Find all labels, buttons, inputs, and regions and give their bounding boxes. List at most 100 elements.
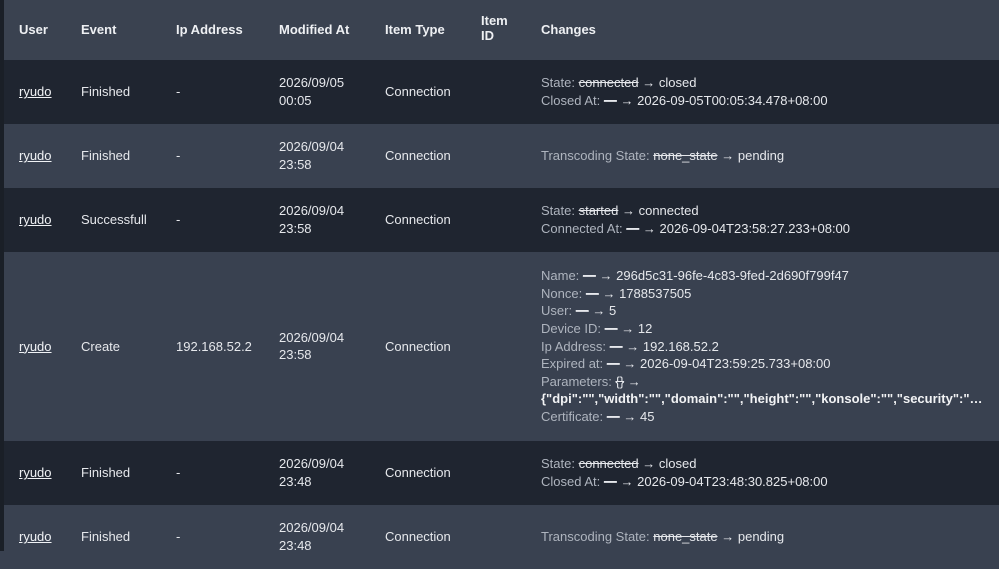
change-line: Transcoding State: none_state → pending	[541, 528, 784, 546]
change-old-value: none_state	[653, 529, 718, 545]
user-link[interactable]: ryudo	[19, 528, 52, 546]
change-line: Closed At: — → 2026-09-05T00:05:34.478+0…	[541, 92, 828, 110]
user-link[interactable]: ryudo	[19, 464, 52, 482]
change-old-value: —	[603, 92, 617, 108]
change-old-value: started	[578, 203, 619, 219]
arrow-icon: →	[621, 321, 635, 337]
audit-log-table: User Event Ip Address Modified At Item T…	[0, 0, 999, 569]
item-type-cell: Connection	[385, 84, 451, 100]
arrow-icon: →	[602, 285, 616, 301]
modified-at-cell: 2026/09/04 23:48	[279, 455, 344, 490]
change-new-value: 45	[640, 409, 655, 425]
header-item-id[interactable]: Item ID	[481, 13, 508, 43]
modified-date: 2026/09/05	[279, 75, 345, 91]
user-link[interactable]: ryudo	[19, 338, 52, 356]
change-line: Nonce: — → 1788537505	[541, 285, 985, 303]
modified-time: 00:05	[279, 92, 312, 108]
change-label: State:	[541, 203, 575, 219]
changes-cell: Transcoding State: none_state → pending	[541, 147, 784, 165]
modified-date: 2026/09/04	[279, 329, 345, 345]
change-old-value: —	[604, 321, 618, 337]
change-old-value: connected	[578, 456, 639, 472]
item-type-cell: Connection	[385, 465, 451, 481]
arrow-icon: →	[642, 220, 656, 236]
header-event[interactable]: Event	[81, 22, 116, 37]
table-header: User Event Ip Address Modified At Item T…	[0, 0, 999, 60]
change-old-value: —	[609, 338, 623, 354]
arrow-icon: →	[599, 268, 613, 284]
arrow-icon: →	[721, 148, 735, 164]
change-new-value: closed	[658, 456, 697, 472]
change-old-value: —	[575, 303, 589, 319]
modified-at-cell: 2026/09/04 23:48	[279, 519, 344, 554]
change-old-value: —	[606, 409, 620, 425]
arrow-icon: →	[620, 92, 634, 108]
change-new-value: 5	[608, 303, 617, 319]
arrow-icon: →	[642, 456, 656, 472]
modified-at-cell: 2026/09/04 23:58	[279, 202, 344, 237]
arrow-icon: →	[642, 75, 656, 91]
table-row: ryudo Create 192.168.52.2 2026/09/04 23:58 Co…	[0, 252, 999, 441]
table-row: ryudo Finished - 2026/09/05 00:05 Connection S…	[0, 60, 999, 124]
ip-address-cell: -	[176, 84, 181, 100]
changes-cell: State: connected → closed Closed At: — → …	[541, 74, 828, 109]
arrow-icon: →	[621, 203, 635, 219]
event-cell: Successfull	[81, 212, 147, 228]
event-cell: Create	[81, 338, 121, 354]
change-label: Transcoding State:	[541, 529, 650, 545]
change-new-value: 2026-09-04T23:58:27.233+08:00	[659, 220, 851, 236]
modified-time: 23:58	[279, 347, 312, 363]
change-new-value: closed	[658, 75, 697, 91]
left-edge-divider	[0, 0, 4, 551]
header-item-id-line2: ID	[481, 28, 494, 43]
header-ip-address[interactable]: Ip Address	[176, 22, 243, 37]
change-line: Ip Address: — → 192.168.52.2	[541, 338, 985, 356]
modified-date: 2026/09/04	[279, 139, 345, 155]
change-new-value: 192.168.52.2	[642, 338, 719, 354]
change-label: Expired at:	[541, 356, 604, 372]
arrow-icon: →	[627, 373, 641, 389]
changes-cell: State: connected → closed Closed At: — → …	[541, 455, 828, 490]
user-link[interactable]: ryudo	[19, 211, 52, 229]
change-label: Ip Address:	[541, 338, 607, 354]
change-old-value: —	[603, 473, 617, 489]
change-label: Name:	[541, 268, 580, 284]
change-line: State: connected → closed	[541, 455, 828, 473]
modified-time: 23:58	[279, 156, 312, 172]
change-line: Expired at: — → 2026-09-04T23:59:25.733+…	[541, 355, 985, 373]
user-link[interactable]: ryudo	[19, 83, 52, 101]
change-line: State: started → connected	[541, 202, 850, 220]
change-new-value: pending	[737, 529, 785, 545]
changes-cell: Name: — → 296d5c31-96fe-4c83-9fed-2d690f…	[541, 267, 985, 425]
event-cell: Finished	[81, 84, 131, 100]
change-new-value: 296d5c31-96fe-4c83-9fed-2d690f799f47	[616, 268, 849, 284]
item-type-cell: Connection	[385, 212, 451, 228]
change-line: Device ID: — → 12	[541, 320, 985, 338]
change-new-value: 1788537505	[619, 285, 692, 301]
change-label: State:	[541, 456, 575, 472]
modified-at-cell: 2026/09/04 23:58	[279, 138, 344, 173]
item-type-cell: Connection	[385, 529, 451, 545]
change-new-value: 2026-09-04T23:48:30.825+08:00	[637, 473, 828, 489]
change-label: User:	[541, 303, 573, 319]
ip-address-cell: 192.168.52.2	[176, 338, 252, 354]
change-new-value: pending	[737, 148, 785, 164]
item-type-cell: Connection	[385, 338, 451, 354]
modified-time: 23:58	[279, 220, 312, 236]
item-type-cell: Connection	[385, 148, 451, 164]
change-label: Device ID:	[541, 321, 601, 337]
change-new-value: 2026-09-05T00:05:34.478+08:00	[637, 92, 828, 108]
change-old-value: —	[582, 268, 596, 284]
change-old-value: —	[585, 285, 599, 301]
change-old-value: connected	[578, 75, 639, 91]
change-line: Certificate: — → 45	[541, 408, 985, 426]
header-modified-at[interactable]: Modified At	[279, 22, 349, 37]
change-label: Transcoding State:	[541, 148, 650, 164]
header-item-type[interactable]: Item Type	[385, 22, 445, 37]
header-user[interactable]: User	[19, 22, 48, 37]
ip-address-cell: -	[176, 148, 181, 164]
change-line: Connected At: — → 2026-09-04T23:58:27.23…	[541, 220, 850, 238]
change-line: Name: — → 296d5c31-96fe-4c83-9fed-2d690f…	[541, 267, 985, 285]
user-link[interactable]: ryudo	[19, 147, 52, 165]
header-changes[interactable]: Changes	[541, 22, 596, 37]
